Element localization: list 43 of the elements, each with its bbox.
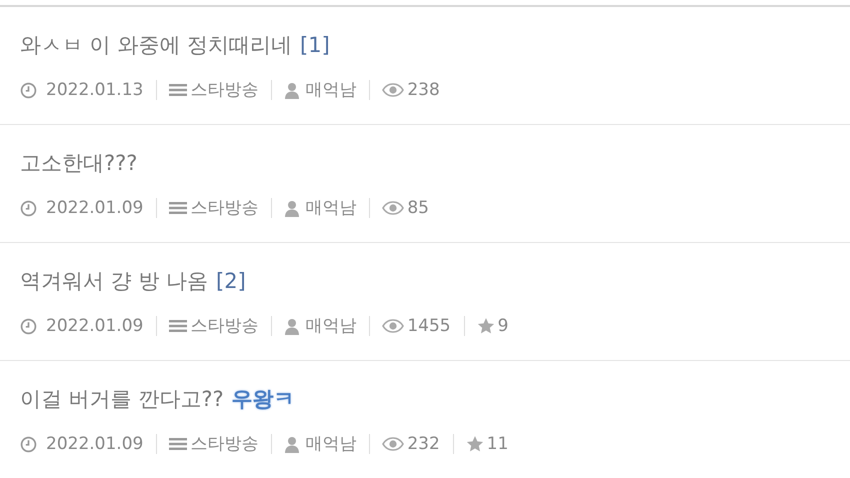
author-name: 매억남 (304, 197, 358, 220)
post-title-link[interactable]: 역겨워서 걍 방 나옴 (20, 267, 208, 295)
user-icon (284, 318, 300, 334)
category-label: 스타방송 (189, 315, 260, 338)
post-title-link[interactable]: 이걸 버거를 깐다고?? (20, 385, 224, 413)
star-icon (466, 435, 484, 453)
eye-icon (382, 319, 404, 333)
category-label: 스타방송 (189, 433, 260, 456)
author-name: 매억남 (304, 433, 358, 456)
star-icon (476, 317, 495, 335)
user-icon (284, 200, 300, 216)
list-icon (169, 201, 188, 215)
list-icon (169, 319, 188, 333)
emoticon-text: 우왕ㅋ (232, 386, 295, 413)
view-count: 238 (406, 79, 441, 102)
post-title-link[interactable]: 고소한대??? (20, 149, 138, 177)
clock-icon (20, 82, 37, 98)
list-icon (169, 437, 188, 451)
view-count: 232 (406, 433, 441, 456)
category-label: 스타방송 (189, 197, 260, 220)
user-icon (284, 436, 300, 452)
post-date: 2022.01.13 (45, 79, 144, 102)
view-count: 85 (406, 197, 430, 220)
clock-icon (20, 436, 37, 452)
eye-icon (382, 201, 404, 215)
eye-icon (382, 83, 404, 97)
post-date: 2022.01.09 (45, 315, 144, 338)
user-icon (284, 82, 300, 98)
category-label: 스타방송 (189, 79, 260, 102)
view-count: 1455 (406, 315, 452, 338)
list-icon (169, 83, 188, 97)
post-title-link[interactable]: 와ㅅㅂ 이 와중에 정치때리네 (20, 31, 292, 59)
clock-icon (20, 200, 37, 216)
author-name: 매억남 (304, 79, 358, 102)
comment-count: [2] (216, 268, 246, 295)
author-name: 매억남 (304, 315, 358, 338)
post-date: 2022.01.09 (45, 433, 144, 456)
recommend-count: 11 (486, 433, 510, 456)
post-date: 2022.01.09 (45, 197, 144, 220)
eye-icon (382, 437, 404, 451)
clock-icon (20, 318, 37, 334)
recommend-count: 9 (496, 315, 510, 338)
comment-count: [1] (300, 32, 330, 59)
